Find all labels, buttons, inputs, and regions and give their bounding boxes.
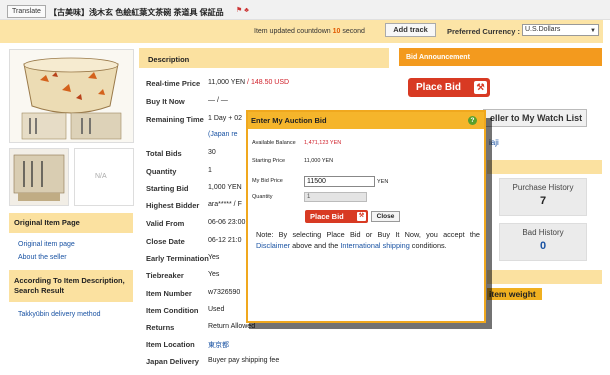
value-quantity: 1 — [208, 167, 212, 174]
label-valid-from: Valid From — [146, 219, 185, 228]
place-bid-button[interactable]: Place Bid ⚒ — [408, 78, 490, 97]
value-item-condition: Used — [208, 306, 225, 313]
main-item-image[interactable] — [9, 49, 134, 143]
label-quantity: Quantity — [146, 167, 177, 176]
gavel-icon: ⚒ — [474, 81, 487, 94]
bid-announcement-header: Bid Announcement — [399, 48, 602, 66]
value-early-termination: Yes — [208, 254, 220, 261]
quantity-label: Quantity — [252, 194, 273, 200]
currency-value: U.S.Dollars — [525, 26, 561, 33]
value-valid-from: 06-06 23:00 — [208, 219, 246, 226]
value-remaining-time: 1 Day + 02 — [208, 115, 243, 122]
label-realtime-price: Real-time Price — [146, 79, 201, 88]
dialog-title: Enter My Auction Bid — [251, 116, 327, 125]
price-yen: 11,000 YEN — [208, 79, 246, 86]
dialog-place-bid-label: Place Bid — [310, 212, 344, 221]
bad-history-value[interactable]: 0 — [500, 240, 586, 252]
item-title: 【古美味】浅木玄 色絵紅葉文茶碗 茶道具 保証品 — [49, 8, 224, 17]
description-title: Description — [148, 55, 190, 64]
seller-info-band — [487, 160, 602, 174]
thumbnail-na-text: N/A — [95, 173, 107, 180]
starting-price-value: 11,000 YEN — [304, 158, 334, 164]
value-close-date: 06-12 21:0 — [208, 237, 242, 244]
value-item-location[interactable]: 東京都 — [208, 340, 229, 350]
label-early-termination: Early Termination — [146, 254, 209, 263]
label-returns: Returns — [146, 323, 175, 332]
countdown-suffix: second — [342, 28, 365, 35]
purchase-history-label: Purchase History — [512, 183, 574, 192]
label-item-condition: Item Condition — [146, 306, 199, 315]
countdown-number: 10 — [332, 28, 341, 35]
bid-announcement-title: Bid Announcement — [406, 54, 470, 61]
thumbnail-image-box[interactable] — [9, 148, 69, 206]
original-item-heading: Original Item Page — [9, 213, 133, 233]
available-balance-value: 1,471,123 YEN — [304, 140, 342, 146]
search-result-heading-line2: Search Result — [14, 286, 65, 295]
disclaimer-link[interactable]: Disclaimer — [256, 241, 290, 250]
top-bar: Translate 【古美味】浅木玄 色絵紅葉文茶碗 茶道具 保証品 ⚑ ♣ — [0, 0, 610, 20]
dialog-close-button[interactable]: Close — [371, 211, 400, 222]
item-weight-label[interactable]: item weight — [487, 288, 542, 300]
terms-note: Note: By selecting Place Bid or Buy It N… — [256, 229, 480, 251]
bid-dialog: Enter My Auction Bid ? Available Balance… — [246, 110, 486, 323]
countdown-prefix: Item updated countdown — [254, 28, 331, 35]
value-buy-it-now: — / — — [208, 97, 228, 104]
label-tiebreaker: Tiebreaker — [146, 271, 184, 280]
value-tiebreaker: Yes — [208, 271, 220, 278]
search-result-heading: According To Item Description, Search Re… — [9, 270, 133, 302]
value-japan-time[interactable]: (Japan re — [208, 131, 238, 138]
update-countdown: Item updated countdown 10 second — [254, 28, 365, 35]
purchase-history-value: 7 — [539, 195, 547, 207]
bid-unit: YEN — [377, 179, 389, 185]
dialog-title-bar: Enter My Auction Bid ? — [248, 112, 484, 129]
label-item-location: Item Location — [146, 340, 195, 349]
label-japan-delivery: Japan Delivery — [146, 357, 199, 366]
add-track-button[interactable]: Add track — [385, 23, 436, 37]
currency-select[interactable]: U.S.Dollars ▼ — [522, 24, 599, 36]
label-starting-bid: Starting Bid — [146, 184, 189, 193]
note-text-1: Note: By selecting Place Bid or Buy It N… — [256, 230, 480, 239]
currency-label: Preferred Currency : — [447, 27, 520, 36]
search-result-heading-line1: According To Item Description, — [14, 276, 125, 285]
add-to-watch-list-button[interactable]: eller to My Watch List — [483, 109, 587, 127]
value-starting-bid: 1,000 YEN — [208, 184, 242, 191]
value-item-number: w7326590 — [208, 289, 241, 296]
toolbar: Item updated countdown 10 second Add tra… — [0, 20, 603, 43]
starting-price-label: Starting Price — [252, 158, 286, 164]
label-buy-it-now: Buy It Now — [146, 97, 185, 106]
quantity-input[interactable]: 1 — [304, 192, 367, 202]
value-realtime-price: 11,000 YEN / 148.50 USD — [208, 79, 289, 86]
label-close-date: Close Date — [146, 237, 185, 246]
bad-history-box: Bad History 0 — [499, 223, 587, 261]
label-total-bids: Total Bids — [146, 149, 182, 158]
value-japan-delivery: Buyer pay shipping fee — [208, 357, 280, 364]
international-shipping-link[interactable]: International shipping — [340, 241, 409, 250]
dialog-place-bid-button[interactable]: Place Bid ⚒ — [305, 210, 368, 223]
bad-history-label: Bad History — [522, 228, 564, 237]
chevron-down-icon: ▼ — [590, 28, 596, 34]
note-text-3: conditions. — [411, 241, 447, 250]
value-highest-bidder: ara***** / F — [208, 201, 242, 208]
label-highest-bidder: Highest Bidder — [146, 201, 200, 210]
title-icons: ⚑ ♣ — [236, 7, 249, 14]
gavel-icon: ⚒ — [357, 212, 366, 221]
about-seller-link[interactable]: About the seller — [18, 254, 67, 261]
label-item-number: Item Number — [146, 289, 192, 298]
weight-band — [487, 270, 602, 284]
place-bid-label: Place Bid — [416, 82, 462, 93]
label-remaining-time: Remaining Time — [146, 115, 204, 124]
value-total-bids: 30 — [208, 149, 216, 156]
bid-price-input[interactable]: 11500 — [304, 176, 375, 187]
my-bid-price-label: My Bid Price — [252, 178, 283, 184]
help-icon[interactable]: ? — [468, 116, 477, 125]
price-usd: / 148.50 USD — [245, 79, 290, 86]
description-header: Description — [139, 48, 389, 68]
available-balance-label: Available Balance — [252, 140, 296, 146]
note-text-2: above and the — [292, 241, 339, 250]
purchase-history-box: Purchase History 7 — [499, 178, 587, 216]
delivery-method-link[interactable]: Takkyūbin delivery method — [18, 311, 101, 318]
auction-item-page: Translate 【古美味】浅木玄 色絵紅葉文茶碗 茶道具 保証品 ⚑ ♣ I… — [0, 0, 610, 375]
original-item-link[interactable]: Original item page — [18, 241, 75, 248]
translate-button[interactable]: Translate — [7, 5, 46, 18]
